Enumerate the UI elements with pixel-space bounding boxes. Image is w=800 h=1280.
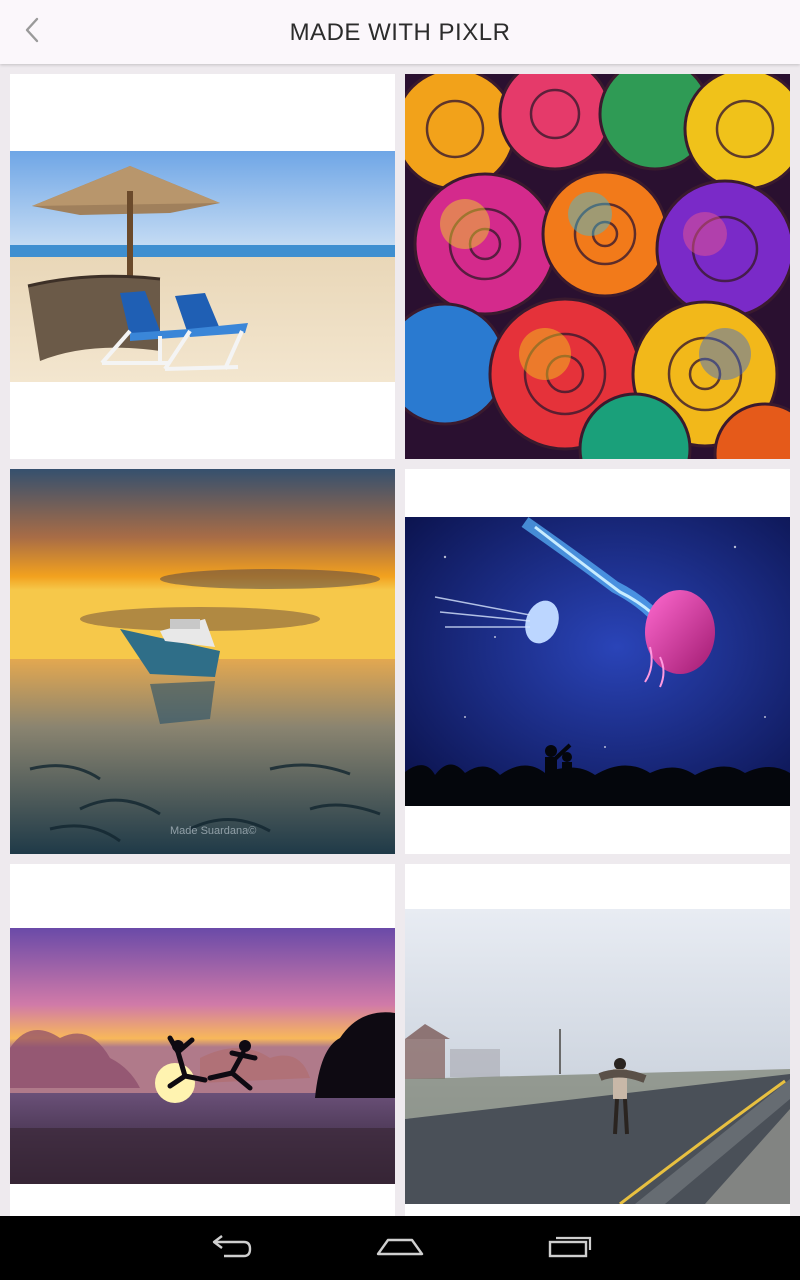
jellyfish-photo [405, 517, 790, 806]
back-arrow-icon [206, 1232, 254, 1265]
jump-photo [10, 928, 395, 1184]
nav-recents-button[interactable] [530, 1224, 610, 1272]
gallery-item-beach[interactable] [10, 74, 395, 459]
boat-photo: Made Suardana© [10, 469, 395, 854]
roses-photo [405, 74, 790, 459]
recent-apps-icon [546, 1232, 594, 1265]
nav-home-button[interactable] [360, 1224, 440, 1272]
system-nav-bar [0, 1216, 800, 1280]
photo-watermark: Made Suardana© [170, 825, 256, 837]
nav-back-button[interactable] [190, 1224, 270, 1272]
gallery-grid: Made Suardana© [0, 64, 800, 1216]
gallery-item-foggy-road[interactable] [405, 864, 790, 1216]
gallery-item-boat-sunset[interactable]: Made Suardana© [10, 469, 395, 854]
gallery-item-jellyfish[interactable] [405, 469, 790, 854]
gallery-item-roses[interactable] [405, 74, 790, 459]
gallery-item-jump-sunset[interactable] [10, 864, 395, 1216]
app-bar: MADE WITH PIXLR [0, 0, 800, 64]
page-title: MADE WITH PIXLR [289, 19, 511, 46]
beach-photo [10, 151, 395, 382]
home-icon [374, 1232, 426, 1265]
foggy-road-photo [405, 909, 790, 1204]
